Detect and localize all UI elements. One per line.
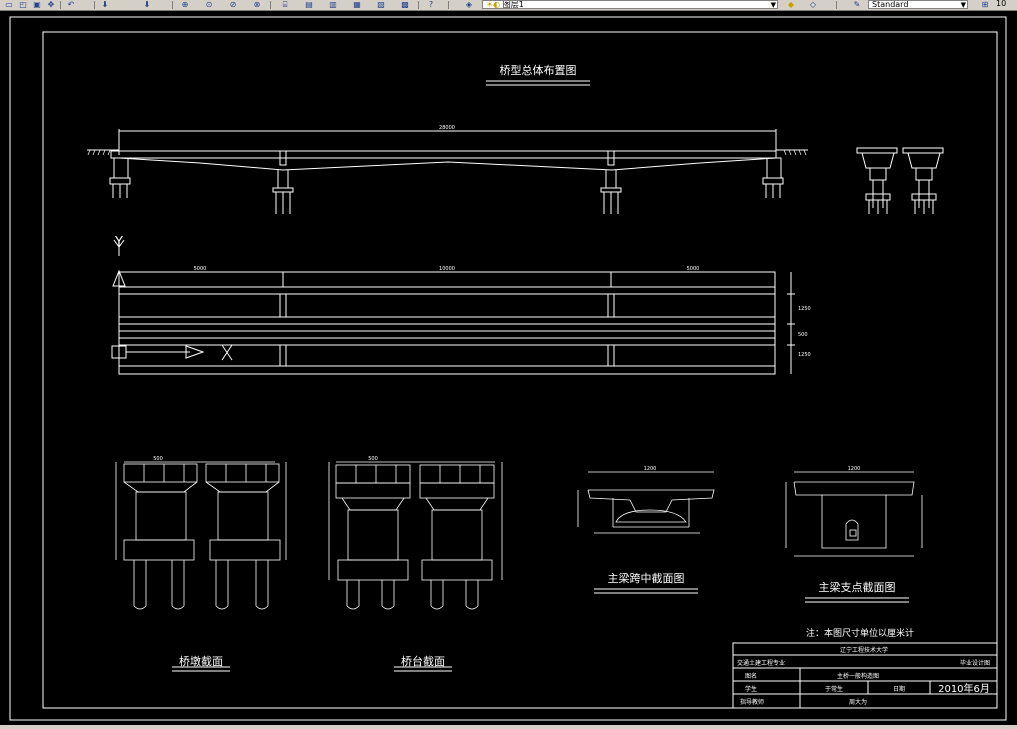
drawing-note: 注：本图尺寸单位以厘米计	[806, 627, 914, 639]
undo-icon[interactable]: ↶	[64, 0, 78, 9]
bridge-plan	[118, 271, 795, 375]
pier-width-dim: 500	[153, 456, 163, 462]
arrow-down-icon[interactable]: ⬇	[98, 0, 112, 9]
title-block-drawing-name: 主桥一般构造图	[837, 672, 879, 680]
width-bot-dim: 1250	[798, 352, 811, 358]
girder-support-width-dim: 1200	[848, 466, 861, 472]
tool-palette-icon[interactable]: ▥	[326, 0, 340, 9]
abutment-width-dim: 500	[368, 456, 378, 462]
title-block-name-label: 图名	[745, 672, 757, 680]
title-block-date: 2010年6月	[938, 682, 990, 695]
abutment-section-title: 桥台截面	[401, 654, 445, 668]
arrow-down-gray-icon[interactable]: ⬇	[140, 0, 154, 9]
pier-section-title: 桥墩截面	[179, 654, 223, 668]
properties-icon[interactable]: ⌸	[278, 0, 292, 9]
girder-support-section-drawing	[785, 471, 923, 557]
title-block-university: 辽宁工程技术大学	[840, 646, 888, 654]
title-block-major: 交通土建工程专业	[737, 659, 785, 667]
drawing-canvas[interactable]: 桥型总体布置图 28000 5000 10000 5000 1250 500 1…	[0, 11, 1017, 725]
dimension-style-icon[interactable]: ⊞	[978, 0, 992, 9]
outer-frame	[9, 16, 1007, 721]
zoom-value: 10	[996, 0, 1007, 8]
span-mid-dim: 10000	[439, 266, 455, 272]
zoom-window-icon[interactable]: ⊙	[202, 0, 216, 9]
title-block-student-label: 学生	[745, 685, 757, 693]
pier-section-drawing	[115, 461, 287, 610]
layer-combo[interactable]: ☀◐ 图层1 ▼	[482, 0, 778, 9]
layer-manager-icon[interactable]: ◈	[462, 0, 476, 9]
zoom-previous-icon[interactable]: ⊘	[226, 0, 240, 9]
open-file-icon[interactable]: ◰	[16, 0, 30, 9]
inner-frame	[42, 31, 998, 709]
span-left-dim: 5000	[194, 266, 207, 272]
ucs-icon	[111, 239, 233, 361]
layer-previous-icon[interactable]: ◆	[784, 0, 798, 9]
width-top-dim: 1250	[798, 306, 811, 312]
zoom-combo[interactable]: 10	[993, 0, 1017, 9]
total-length-dim: 28000	[439, 125, 455, 131]
cad-toolbar: ▭ ◰ ▣ ✥ ↶ ⬇ ⬇ ⊕ ⊙ ⊘ ⊗ ⌸ ▤ ▥ ▦ ▧ ▩ ? ◈ ☀◐…	[0, 0, 1017, 11]
bridge-elevation	[87, 129, 808, 214]
style-combo[interactable]: Standard ▼	[868, 0, 968, 9]
layer-state-icon[interactable]: ◇	[806, 0, 820, 9]
save-icon[interactable]: ▣	[30, 0, 44, 9]
zoom-realtime-icon[interactable]: ⊕	[178, 0, 192, 9]
main-title: 桥型总体布置图	[500, 63, 577, 77]
help-icon[interactable]: ?	[424, 0, 438, 9]
girder-mid-width-dim: 1200	[644, 466, 657, 472]
chevron-down-icon[interactable]: ▼	[961, 1, 966, 8]
ucs-y-label: Y	[114, 235, 123, 250]
abutment-section-drawing	[328, 461, 503, 610]
layer-combo-value: 图层1	[502, 0, 524, 9]
title-block-student: 于常生	[825, 685, 843, 693]
drawing-svg: 桥型总体布置图 28000 5000 10000 5000 1250 500 1…	[9, 16, 1007, 721]
title-block-date-label: 日期	[893, 685, 905, 693]
new-file-icon[interactable]: ▭	[2, 0, 16, 9]
title-block-advisor: 周大为	[849, 698, 867, 706]
markup-icon[interactable]: ▧	[374, 0, 388, 9]
status-bar	[0, 725, 1017, 729]
pan-icon[interactable]: ✥	[44, 0, 58, 9]
girder-mid-section-drawing	[577, 471, 715, 534]
girder-support-section-title: 主梁支点截面图	[819, 580, 896, 594]
design-center-icon[interactable]: ▤	[302, 0, 316, 9]
chevron-down-icon[interactable]: ▼	[771, 1, 776, 8]
cross-section-small	[856, 147, 944, 214]
width-mid-dim: 500	[798, 332, 808, 338]
girder-mid-section-title: 主梁跨中截面图	[608, 571, 685, 585]
sheet-set-icon[interactable]: ▦	[350, 0, 364, 9]
calculator-icon[interactable]: ▩	[398, 0, 412, 9]
title-block-design-type: 毕业设计图	[960, 659, 990, 667]
style-combo-value: Standard	[872, 0, 909, 9]
span-right-dim: 5000	[687, 266, 700, 272]
zoom-extents-icon[interactable]: ⊗	[250, 0, 264, 9]
title-block-advisor-label: 指导教师	[740, 698, 764, 706]
text-style-icon[interactable]: ✎	[850, 0, 864, 9]
